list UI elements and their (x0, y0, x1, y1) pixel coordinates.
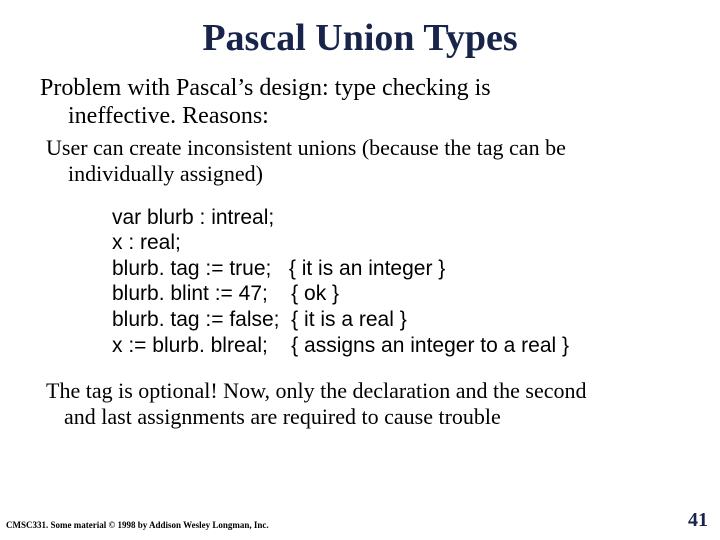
footer-credit: CMSC331. Some material © 1998 by Addison… (6, 520, 269, 530)
closing-text: The tag is optional! Now, only the decla… (46, 378, 680, 430)
slide: Pascal Union Types Problem with Pascal’s… (0, 0, 720, 430)
reason-text: User can create inconsistent unions (bec… (40, 135, 680, 187)
closing-line-2: and last assignments are required to cau… (46, 404, 680, 430)
code-block: var blurb : intreal; x : real; blurb. ta… (112, 205, 680, 359)
slide-number: 41 (688, 509, 708, 532)
problem-line-2: ineffective. Reasons: (46, 102, 680, 130)
reason-line-1: User can create inconsistent unions (bec… (46, 135, 566, 160)
problem-line-1: Problem with Pascal’s design: type check… (40, 75, 491, 101)
reason-line-2: individually assigned) (46, 161, 680, 187)
closing-line-1: The tag is optional! Now, only the decla… (46, 378, 586, 403)
slide-title: Pascal Union Types (40, 16, 680, 60)
problem-text: Problem with Pascal’s design: type check… (40, 74, 680, 131)
